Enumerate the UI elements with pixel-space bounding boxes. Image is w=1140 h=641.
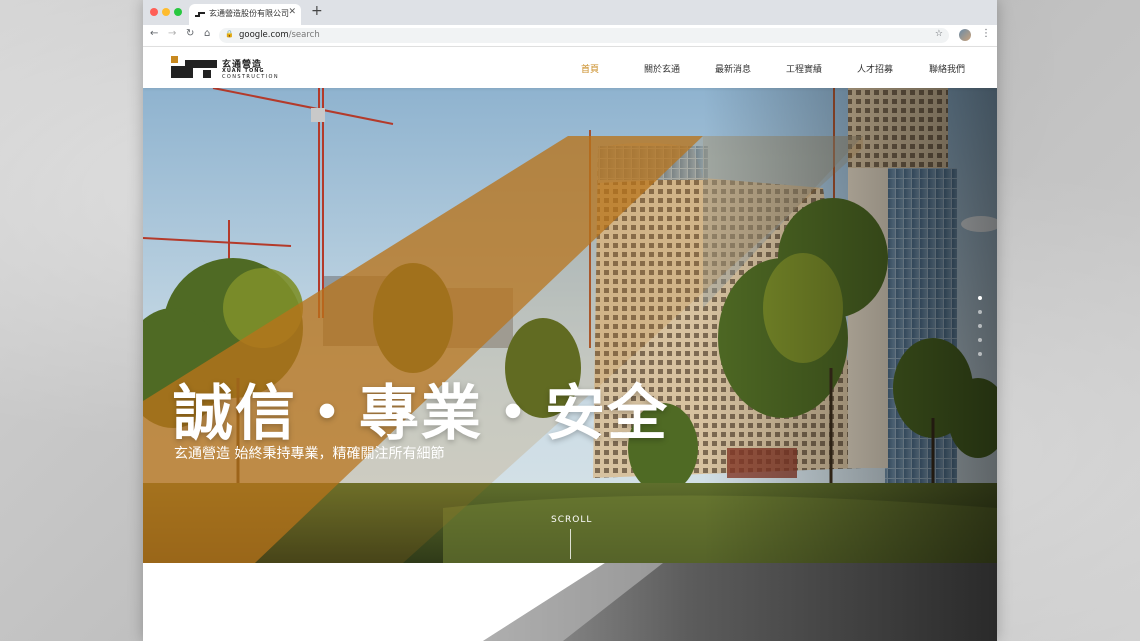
minimize-window-button[interactable]: [162, 8, 170, 16]
url-host: google.com: [239, 30, 289, 40]
next-section: [143, 563, 997, 641]
site-header: 玄通營造 XUAN TONG CONSTRUCTION 首頁 關於玄通 最新消息…: [143, 47, 997, 88]
forward-icon[interactable]: →: [168, 28, 176, 39]
maximize-window-button[interactable]: [174, 8, 182, 16]
slide-dot[interactable]: [978, 338, 982, 342]
close-tab-icon[interactable]: ✕: [288, 7, 296, 17]
lock-icon: 🔒: [225, 30, 234, 38]
logo-name-en-2: CONSTRUCTION: [222, 74, 280, 80]
browser-window: 玄通營造股份有限公司 ✕ + ← → ↻ ⌂ 🔒 google.com/sear…: [143, 0, 997, 641]
nav-item-home[interactable]: 首頁: [581, 62, 599, 75]
nav-item-careers[interactable]: 人才招募: [857, 62, 893, 75]
site-logo[interactable]: 玄通營造 XUAN TONG CONSTRUCTION: [171, 56, 281, 80]
scroll-line: [570, 529, 571, 559]
url-input[interactable]: 🔒 google.com/search ☆: [219, 28, 949, 43]
star-icon[interactable]: ☆: [935, 29, 943, 39]
browser-tab[interactable]: 玄通營造股份有限公司 ✕: [189, 4, 301, 25]
profile-avatar[interactable]: [959, 29, 971, 41]
slide-dot[interactable]: [978, 310, 982, 314]
address-bar: ← → ↻ ⌂ 🔒 google.com/search ☆ ⋮: [143, 25, 997, 47]
logo-mark-icon: [171, 56, 217, 78]
tab-strip: 玄通營造股份有限公司 ✕ +: [143, 0, 997, 25]
hero-title: 誠信・專業・安全: [173, 379, 669, 449]
nav-item-about[interactable]: 關於玄通: [644, 62, 680, 75]
nav-item-projects[interactable]: 工程實績: [786, 62, 822, 75]
scroll-indicator[interactable]: SCROLL: [551, 515, 592, 525]
new-tab-button[interactable]: +: [311, 3, 323, 19]
nav-item-news[interactable]: 最新消息: [715, 62, 751, 75]
hero-image: [143, 88, 997, 563]
slide-pager: [977, 296, 985, 366]
back-icon[interactable]: ←: [150, 28, 158, 39]
url-path: /search: [288, 30, 320, 40]
hero-banner: 誠信・專業・安全 玄通營造 始終秉持專業，精確關注所有細節 SCROLL: [143, 88, 997, 563]
kebab-icon[interactable]: ⋮: [981, 28, 991, 39]
reload-icon[interactable]: ↻: [186, 28, 194, 39]
home-icon[interactable]: ⌂: [204, 28, 210, 39]
url-text: google.com/search: [239, 30, 320, 40]
section-decoration: [143, 563, 997, 641]
slide-dot[interactable]: [978, 296, 982, 300]
nav-item-contact[interactable]: 聯絡我們: [929, 62, 965, 75]
tab-title: 玄通營造股份有限公司: [209, 9, 289, 18]
hero-subtitle: 玄通營造 始終秉持專業，精確關注所有細節: [174, 446, 445, 462]
slide-dot[interactable]: [978, 324, 982, 328]
site-favicon-icon: [195, 12, 205, 17]
close-window-button[interactable]: [150, 8, 158, 16]
slide-dot[interactable]: [978, 352, 982, 356]
